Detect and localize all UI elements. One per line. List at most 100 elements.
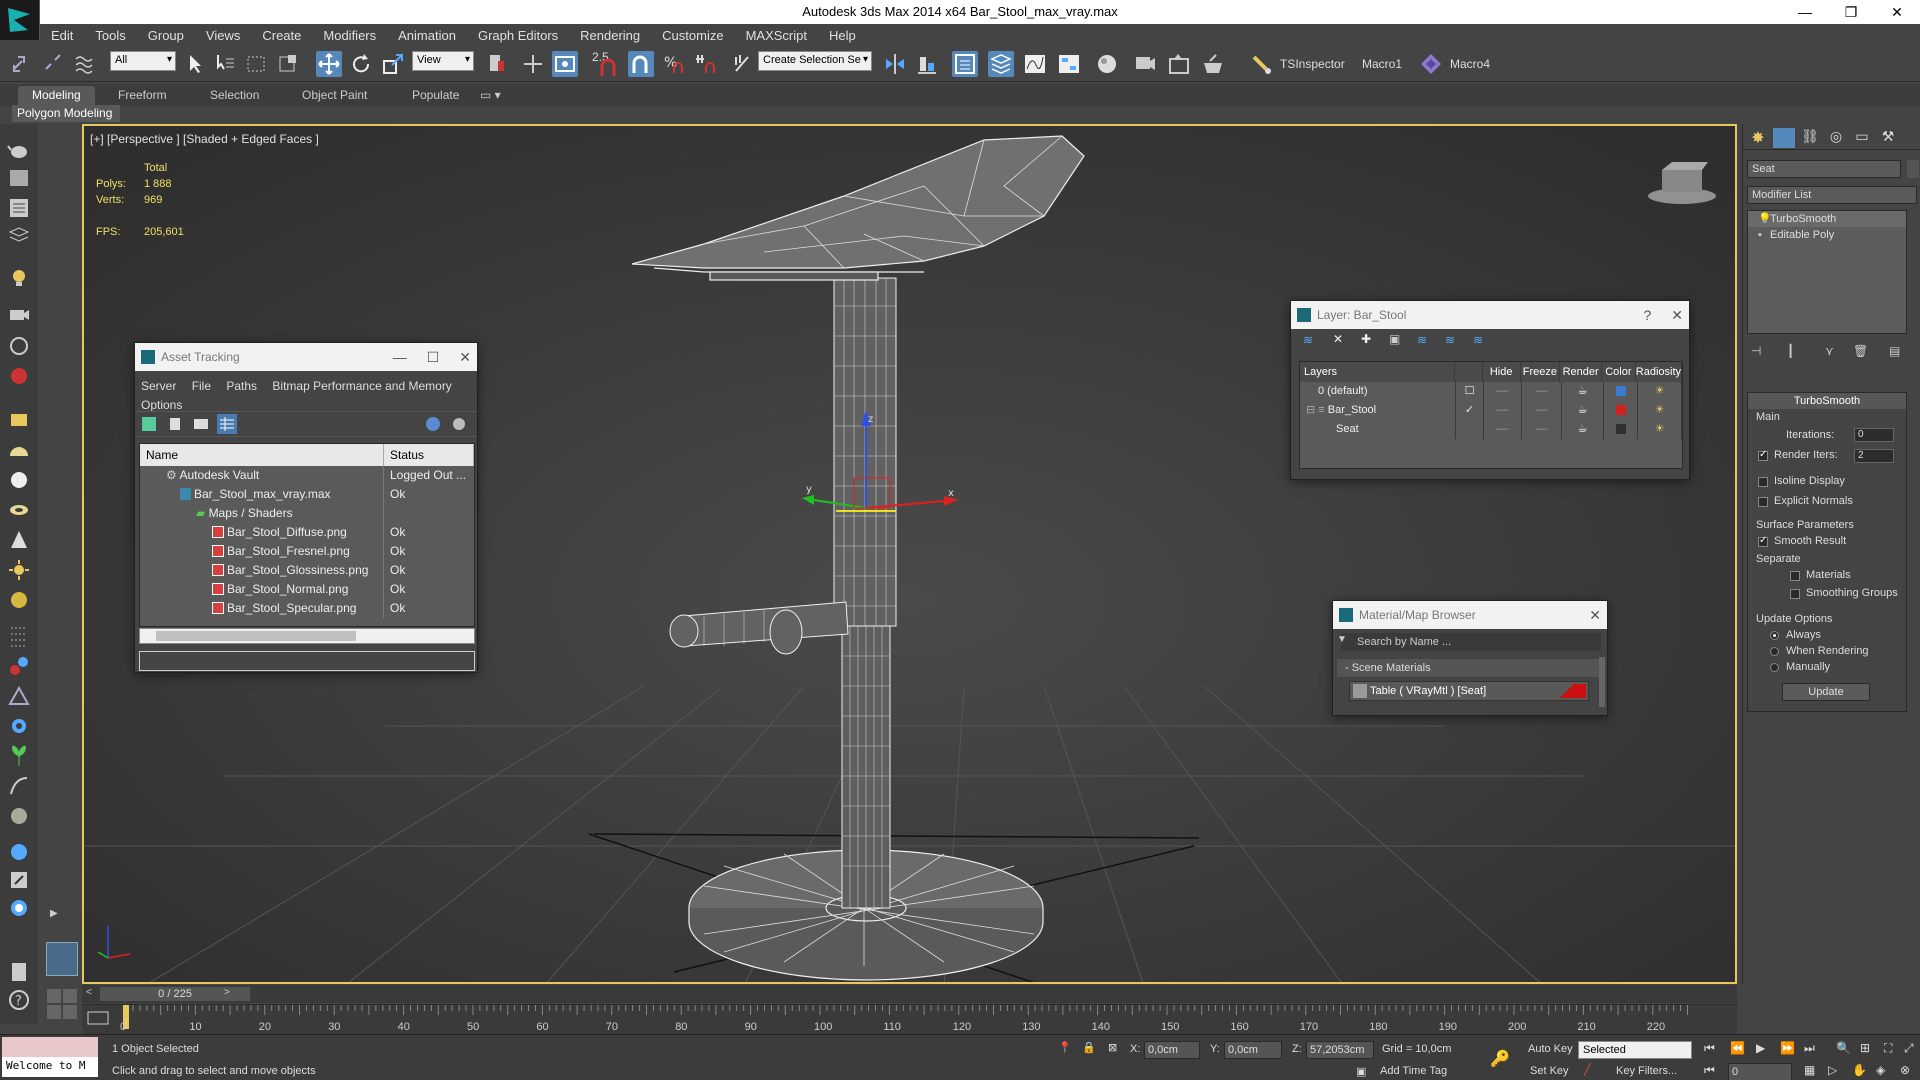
freeze-all-layers-icon[interactable]: ≋ <box>1473 333 1483 347</box>
minimize-icon[interactable]: — <box>393 343 407 371</box>
pan-icon[interactable]: ✋ <box>1852 1063 1867 1077</box>
close-icon[interactable]: ✕ <box>1589 601 1601 629</box>
delete-layer-icon[interactable]: ✕ <box>1333 332 1343 346</box>
vray-icon[interactable] <box>7 896 31 920</box>
add-to-layer-icon[interactable]: ✚ <box>1361 332 1371 346</box>
zoom-all-icon[interactable]: ⊞ <box>1860 1041 1870 1055</box>
select-in-layer-icon[interactable]: ▣ <box>1389 332 1400 346</box>
expand-icon[interactable]: ▪ <box>1758 227 1762 243</box>
ts-inspector-icon[interactable] <box>1248 51 1274 77</box>
play-icon[interactable]: ▶ <box>1756 1041 1765 1055</box>
key-mode-toggle-icon[interactable]: ⏮ <box>1704 1063 1715 1078</box>
unlink-icon[interactable] <box>40 51 66 77</box>
schematic-view-icon[interactable] <box>1056 51 1082 77</box>
ribbon-options-icon[interactable]: ▭ ▾ <box>476 86 505 106</box>
light-icon[interactable] <box>7 266 31 290</box>
materials-checkbox[interactable] <box>1790 571 1800 581</box>
list-view-icon[interactable] <box>167 416 183 432</box>
turbosmooth-rollout-header[interactable]: TurboSmooth <box>1748 393 1906 409</box>
asset-horizontal-scrollbar[interactable] <box>139 628 475 644</box>
col-status[interactable]: Status <box>384 444 474 466</box>
ribbon-tab-object-paint[interactable]: Object Paint <box>288 86 381 106</box>
close-icon[interactable]: ✕ <box>1874 0 1920 24</box>
go-to-end-icon[interactable]: ⏭ <box>1804 1041 1815 1056</box>
list-icon[interactable] <box>7 196 31 220</box>
move-tool-icon[interactable] <box>316 51 342 77</box>
stack-item-turbosmooth[interactable]: 💡 TurboSmooth <box>1748 211 1906 227</box>
hemisphere-icon[interactable] <box>7 438 31 462</box>
curve-editor-icon[interactable] <box>1022 51 1048 77</box>
keyboard-shortcut-toggle-icon[interactable] <box>552 51 578 77</box>
selection-lock-icon[interactable]: 🔒 <box>1082 1041 1096 1054</box>
sun-icon[interactable] <box>7 558 31 582</box>
always-radio[interactable] <box>1770 631 1779 640</box>
create-tab-icon[interactable]: ✸ <box>1747 128 1769 148</box>
col-radiosity[interactable]: Radiosity <box>1636 362 1683 382</box>
field-of-view-icon[interactable]: ◈ <box>1876 1063 1885 1077</box>
current-layer-checkbox[interactable]: ☐ <box>1456 382 1484 401</box>
motion-tab-icon[interactable]: ◎ <box>1825 128 1847 148</box>
asset-path-field[interactable] <box>139 651 475 671</box>
asset-tracking-titlebar[interactable]: Asset Tracking — ☐ ✕ <box>135 343 477 371</box>
col-freeze[interactable]: Freeze <box>1521 362 1561 382</box>
scale-tool-icon[interactable] <box>380 51 406 77</box>
material-item[interactable]: Table ( VRayMtl ) [Seat] <box>1349 681 1589 701</box>
macro4-icon[interactable] <box>1418 51 1444 77</box>
absolute-mode-icon[interactable]: ⊠ <box>1108 1041 1117 1054</box>
go-to-start-icon[interactable]: ⏮ <box>1704 1041 1715 1056</box>
col-layers[interactable]: Layers <box>1300 362 1455 382</box>
close-icon[interactable]: ✕ <box>459 343 471 371</box>
foliage-icon[interactable] <box>7 744 31 768</box>
maxscript-listener-mini[interactable] <box>2 1037 98 1057</box>
edit-named-selection-icon[interactable] <box>730 51 756 77</box>
expand-arrow-icon[interactable]: ▶ <box>50 908 64 924</box>
explicit-normals-checkbox[interactable] <box>1758 497 1768 507</box>
orbit-icon[interactable]: ▷ <box>1828 1063 1837 1077</box>
viewport-layout-single[interactable] <box>46 942 78 976</box>
hide-toggle[interactable]: –– <box>1484 401 1522 420</box>
menu-create[interactable]: Create <box>251 28 312 43</box>
highlight-layer-icon[interactable]: ≋ <box>1417 333 1427 347</box>
toggle-layer-explorer-icon[interactable] <box>988 51 1014 77</box>
ribbon-tab-selection[interactable]: Selection <box>196 86 273 106</box>
modifier-list-dropdown[interactable]: Modifier List <box>1747 186 1917 204</box>
add-time-tag-button[interactable]: Add Time Tag <box>1380 1065 1447 1077</box>
named-selection-dropdown[interactable]: Create Selection Se <box>758 51 872 71</box>
auto-key-button[interactable]: Auto Key <box>1528 1043 1573 1055</box>
asset-tracking-window[interactable]: Asset Tracking — ☐ ✕ Server File Paths B… <box>134 342 478 673</box>
macro4-button[interactable]: Macro4 <box>1450 57 1490 71</box>
spinner-snap-icon[interactable] <box>692 51 718 77</box>
gold-sphere-icon[interactable] <box>7 588 31 612</box>
maxscript-mini-listener[interactable]: Welcome to M <box>2 1057 98 1077</box>
arc-rotate-icon[interactable]: ⊗ <box>1900 1063 1910 1077</box>
window-crossing-icon[interactable] <box>276 51 302 77</box>
spline-icon[interactable] <box>7 684 31 708</box>
help-icon[interactable]: ? <box>7 988 31 1012</box>
table-view-icon[interactable] <box>217 414 237 434</box>
scrollbar-thumb[interactable] <box>156 631 356 641</box>
app-logo[interactable] <box>0 0 40 40</box>
light-bulb-icon[interactable]: 💡 <box>1758 211 1772 227</box>
select-object-icon[interactable] <box>182 51 208 77</box>
help-icon[interactable]: ? <box>1643 301 1651 329</box>
select-by-name-icon[interactable] <box>212 51 238 77</box>
key-filters-button[interactable]: Key Filters... <box>1616 1065 1677 1077</box>
material-map-browser[interactable]: Material/Map Browser ✕ Search by Name ..… <box>1332 600 1608 716</box>
freeze-toggle[interactable]: –– <box>1522 420 1562 439</box>
asset-menu-file[interactable]: File <box>192 379 211 393</box>
layer-titlebar[interactable]: Layer: Bar_Stool ? ✕ <box>1291 301 1689 329</box>
render-icon[interactable] <box>7 364 31 388</box>
asset-menu-paths[interactable]: Paths <box>226 379 257 393</box>
menu-graph-editors[interactable]: Graph Editors <box>467 28 569 43</box>
rectangular-selection-icon[interactable] <box>244 51 270 77</box>
minimize-icon[interactable]: — <box>1782 0 1828 24</box>
maximize-icon[interactable]: ☐ <box>427 343 440 371</box>
pin-stack-icon[interactable]: ⊣ <box>1751 344 1761 358</box>
asset-menu-options[interactable]: Options <box>141 398 182 412</box>
prev-frame-icon[interactable]: < <box>86 987 92 998</box>
hierarchy-tab-icon[interactable]: ⛓ <box>1799 128 1821 148</box>
zoom-extents-icon[interactable]: ⛶ <box>1884 1041 1892 1056</box>
angle-snap-icon[interactable] <box>628 51 654 77</box>
show-end-result-icon[interactable]: ┃ <box>1787 344 1794 358</box>
toggle-scene-explorer-icon[interactable] <box>952 51 978 77</box>
